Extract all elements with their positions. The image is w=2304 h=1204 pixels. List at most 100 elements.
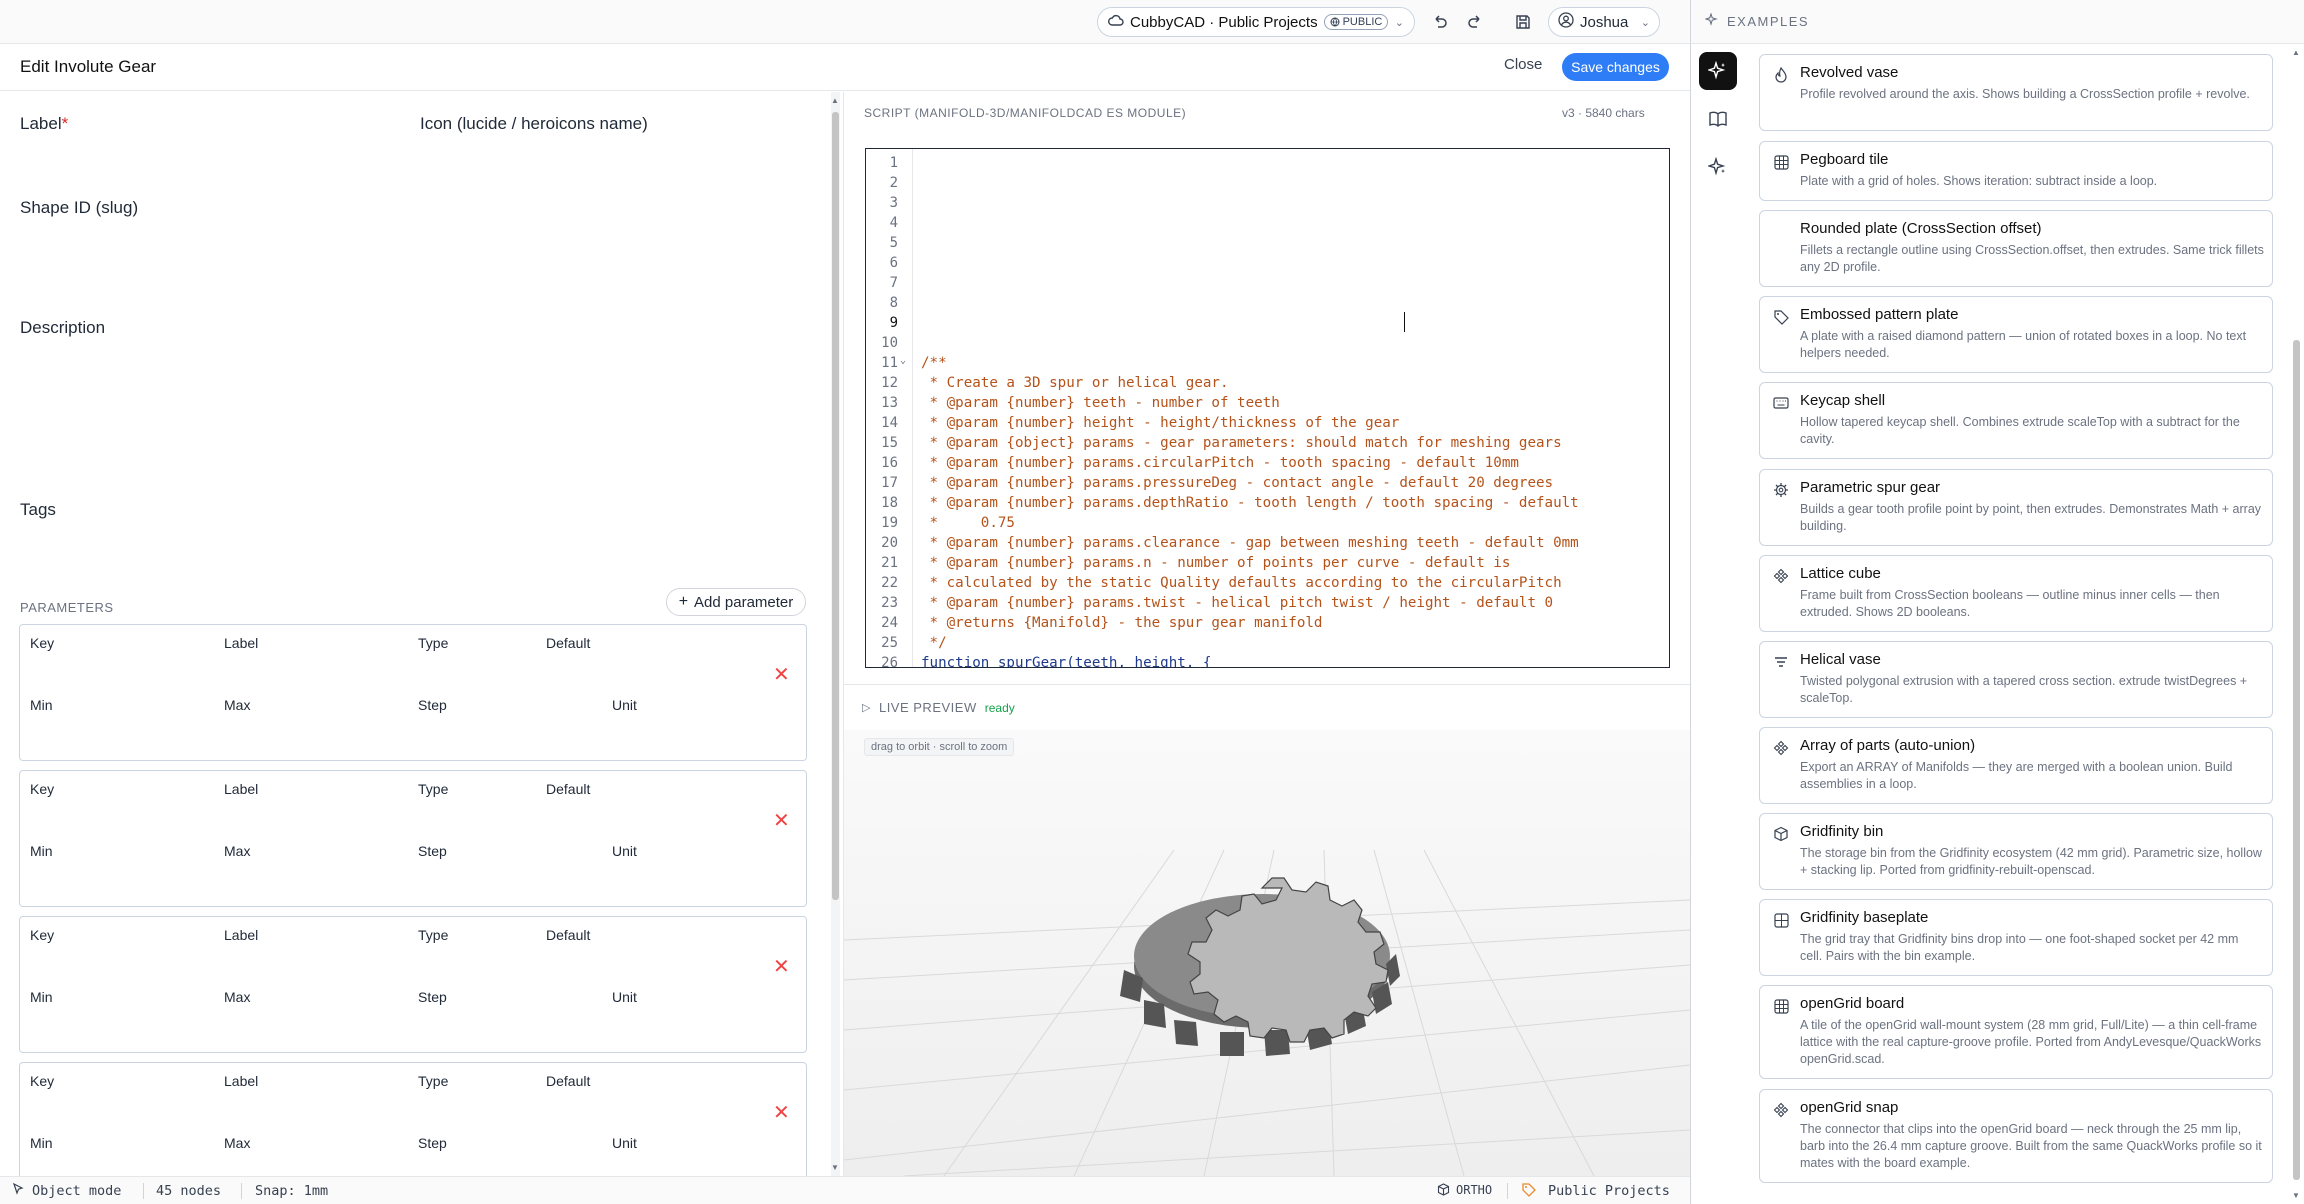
sparkles-icon bbox=[1704, 12, 1719, 30]
line-number-gutter: 1 2 3 4 5 6 7 8 9 10 11 ⌄ 12 13 14 15 16… bbox=[866, 149, 913, 667]
close-button[interactable]: Close bbox=[1504, 56, 1542, 73]
form-scrollbar[interactable]: ▲ ▼ bbox=[831, 92, 840, 1176]
example-card-pegboard-tile[interactable]: Pegboard tile Plate with a grid of holes.… bbox=[1759, 141, 2273, 201]
example-card-keycap-shell[interactable]: Keycap shell Hollow tapered keycap shell.… bbox=[1759, 382, 2273, 459]
mode-indicator: Object mode bbox=[32, 1183, 122, 1199]
cloud-icon bbox=[1108, 13, 1124, 31]
fold-chevron-icon[interactable]: ⌄ bbox=[900, 355, 906, 366]
line-number: 9 bbox=[889, 315, 898, 331]
user-icon bbox=[1558, 12, 1574, 32]
tag-icon bbox=[1772, 308, 1790, 326]
param-max-label: Max bbox=[224, 697, 251, 713]
remove-parameter-icon[interactable]: ✕ bbox=[773, 808, 790, 833]
code-line: * @param {number} params.n - number of p… bbox=[921, 555, 1511, 571]
example-description: Twisted polygonal extrusion with a taper… bbox=[1800, 674, 2248, 705]
form-scrollbar-thumb[interactable] bbox=[832, 112, 839, 900]
example-title: Array of parts (auto-union) bbox=[1800, 737, 1976, 754]
examples-rail bbox=[1690, 44, 1742, 1204]
param-key-label: Key bbox=[30, 781, 55, 797]
ai-tab-sparkles-icon[interactable] bbox=[1699, 148, 1737, 186]
parameter-card: Key Label Type Default Min Max Step Unit… bbox=[19, 1062, 807, 1176]
redo-icon[interactable] bbox=[1463, 10, 1487, 34]
line-number: 2 bbox=[889, 175, 898, 191]
example-description: Export an ARRAY of Manifolds — they are … bbox=[1800, 760, 2233, 791]
param-unit-label: Unit bbox=[612, 989, 637, 1005]
tags-field-label: Tags bbox=[20, 500, 56, 519]
remove-parameter-icon[interactable]: ✕ bbox=[773, 662, 790, 687]
example-description: Builds a gear tooth profile point by poi… bbox=[1800, 502, 2262, 533]
example-card-lattice-cube[interactable]: Lattice cube Frame built from CrossSectio… bbox=[1759, 555, 2273, 632]
example-card-rounded-plate[interactable]: Rounded plate (CrossSection offset) Fille… bbox=[1759, 210, 2273, 287]
example-description: Fillets a rectangle outline using CrossS… bbox=[1800, 243, 2264, 274]
preview-status: ready bbox=[984, 700, 1015, 715]
examples-list: Revolved vase Profile revolved around the… bbox=[1742, 44, 2304, 1204]
example-card-gridfinity-bin[interactable]: Gridfinity bin The storage bin from the G… bbox=[1759, 813, 2273, 890]
line-number: 14 bbox=[881, 415, 898, 431]
gear-model bbox=[1120, 877, 1400, 1056]
param-step-label: Step bbox=[418, 843, 447, 859]
line-number: 23 bbox=[881, 595, 898, 611]
scroll-down-icon[interactable]: ▼ bbox=[2292, 1191, 2300, 1200]
param-step-label: Step bbox=[418, 1135, 447, 1151]
param-type-label: Type bbox=[418, 1073, 449, 1089]
example-card-array-of-parts[interactable]: Array of parts (auto-union) Export an ARR… bbox=[1759, 727, 2273, 804]
project-selector[interactable]: CubbyCAD · Public Projects PUBLIC ⌄ bbox=[1097, 7, 1415, 37]
param-default-label: Default bbox=[546, 927, 591, 943]
edit-header: Edit Involute Gear Close Save changes bbox=[0, 44, 1690, 91]
line-number: 16 bbox=[881, 455, 898, 471]
scroll-down-icon[interactable]: ▼ bbox=[831, 1163, 839, 1172]
example-card-embossed-pattern-plate[interactable]: Embossed pattern plate A plate with a rai… bbox=[1759, 296, 2273, 373]
example-card-gridfinity-baseplate[interactable]: Gridfinity baseplate The grid tray that G… bbox=[1759, 899, 2273, 976]
remove-parameter-icon[interactable]: ✕ bbox=[773, 954, 790, 979]
param-key-label: Key bbox=[30, 635, 55, 651]
examples-scrollbar-thumb[interactable] bbox=[2293, 340, 2300, 1180]
save-changes-button[interactable]: Save changes bbox=[1562, 53, 1669, 81]
code-line: * @param {number} params.depthRatio - to… bbox=[921, 495, 1579, 511]
scroll-up-icon[interactable]: ▲ bbox=[2292, 48, 2300, 57]
example-card-parametric-spur-gear[interactable]: Parametric spur gear Builds a gear tooth … bbox=[1759, 469, 2273, 546]
scroll-up-icon[interactable]: ▲ bbox=[831, 96, 839, 105]
line-number: 1 bbox=[889, 155, 898, 171]
save-icon[interactable] bbox=[1511, 10, 1535, 34]
example-card-opengrid-board[interactable]: openGrid board A tile of the openGrid wal… bbox=[1759, 985, 2273, 1079]
param-key-label: Key bbox=[30, 927, 55, 943]
cog-icon bbox=[1772, 481, 1790, 499]
line-number: 26 bbox=[881, 655, 898, 668]
examples-tab-sparkles-icon[interactable] bbox=[1699, 52, 1737, 90]
code-line: * @param {number} height - height/thickn… bbox=[921, 415, 1400, 431]
code-editor[interactable]: 1 2 3 4 5 6 7 8 9 10 11 ⌄ 12 13 14 15 16… bbox=[865, 148, 1670, 668]
code-line: function spurGear(teeth, height, { bbox=[921, 655, 1212, 668]
example-description: Plate with a grid of holes. Shows iterat… bbox=[1800, 174, 2158, 188]
projection-toggle[interactable]: ORTHO bbox=[1456, 1183, 1492, 1197]
example-title: Keycap shell bbox=[1800, 392, 1886, 409]
live-preview-heading: LIVE PREVIEW bbox=[878, 700, 977, 715]
example-card-helical-vase[interactable]: Helical vase Twisted polygonal extrusion … bbox=[1759, 641, 2273, 718]
code-line: * @returns {Manifold} - the spur gear ma… bbox=[921, 615, 1323, 631]
scope-indicator[interactable]: Public Projects bbox=[1548, 1183, 1670, 1199]
3d-viewport[interactable]: drag to orbit · scroll to zoom bbox=[844, 730, 1690, 1176]
code-line: /** bbox=[921, 355, 947, 371]
user-menu[interactable]: Joshua ⌄ bbox=[1548, 7, 1660, 37]
snap-indicator[interactable]: Snap: 1mm bbox=[255, 1183, 328, 1199]
docs-tab-book-icon[interactable] bbox=[1699, 100, 1737, 138]
line-number: 24 bbox=[881, 615, 898, 631]
shape-id-field-label: Shape ID (slug) bbox=[20, 198, 139, 217]
live-preview-bar[interactable]: ▷ LIVE PREVIEW ready bbox=[844, 684, 1690, 730]
remove-parameter-icon[interactable]: ✕ bbox=[773, 1100, 790, 1125]
example-title: Revolved vase bbox=[1800, 64, 1899, 81]
example-card-revolved-vase[interactable]: Revolved vase Profile revolved around the… bbox=[1759, 54, 2273, 131]
param-default-label: Default bbox=[546, 781, 591, 797]
example-title: Lattice cube bbox=[1800, 565, 1881, 582]
add-parameter-button[interactable]: + Add parameter bbox=[666, 588, 806, 616]
puzzle-icon bbox=[1772, 567, 1790, 585]
param-label-label: Label bbox=[224, 635, 259, 651]
examples-heading: EXAMPLES bbox=[1727, 14, 1810, 29]
param-min-label: Min bbox=[30, 697, 53, 713]
undo-icon[interactable] bbox=[1428, 10, 1452, 34]
example-card-opengrid-snap[interactable]: openGrid snap The connector that clips in… bbox=[1759, 1089, 2273, 1183]
line-number: 11 bbox=[881, 355, 898, 371]
flame-icon bbox=[1772, 66, 1790, 84]
examples-scrollbar[interactable]: ▲ ▼ bbox=[2289, 44, 2304, 1204]
script-meta: v3 · 5840 chars bbox=[1562, 106, 1645, 120]
param-type-label: Type bbox=[418, 635, 449, 651]
